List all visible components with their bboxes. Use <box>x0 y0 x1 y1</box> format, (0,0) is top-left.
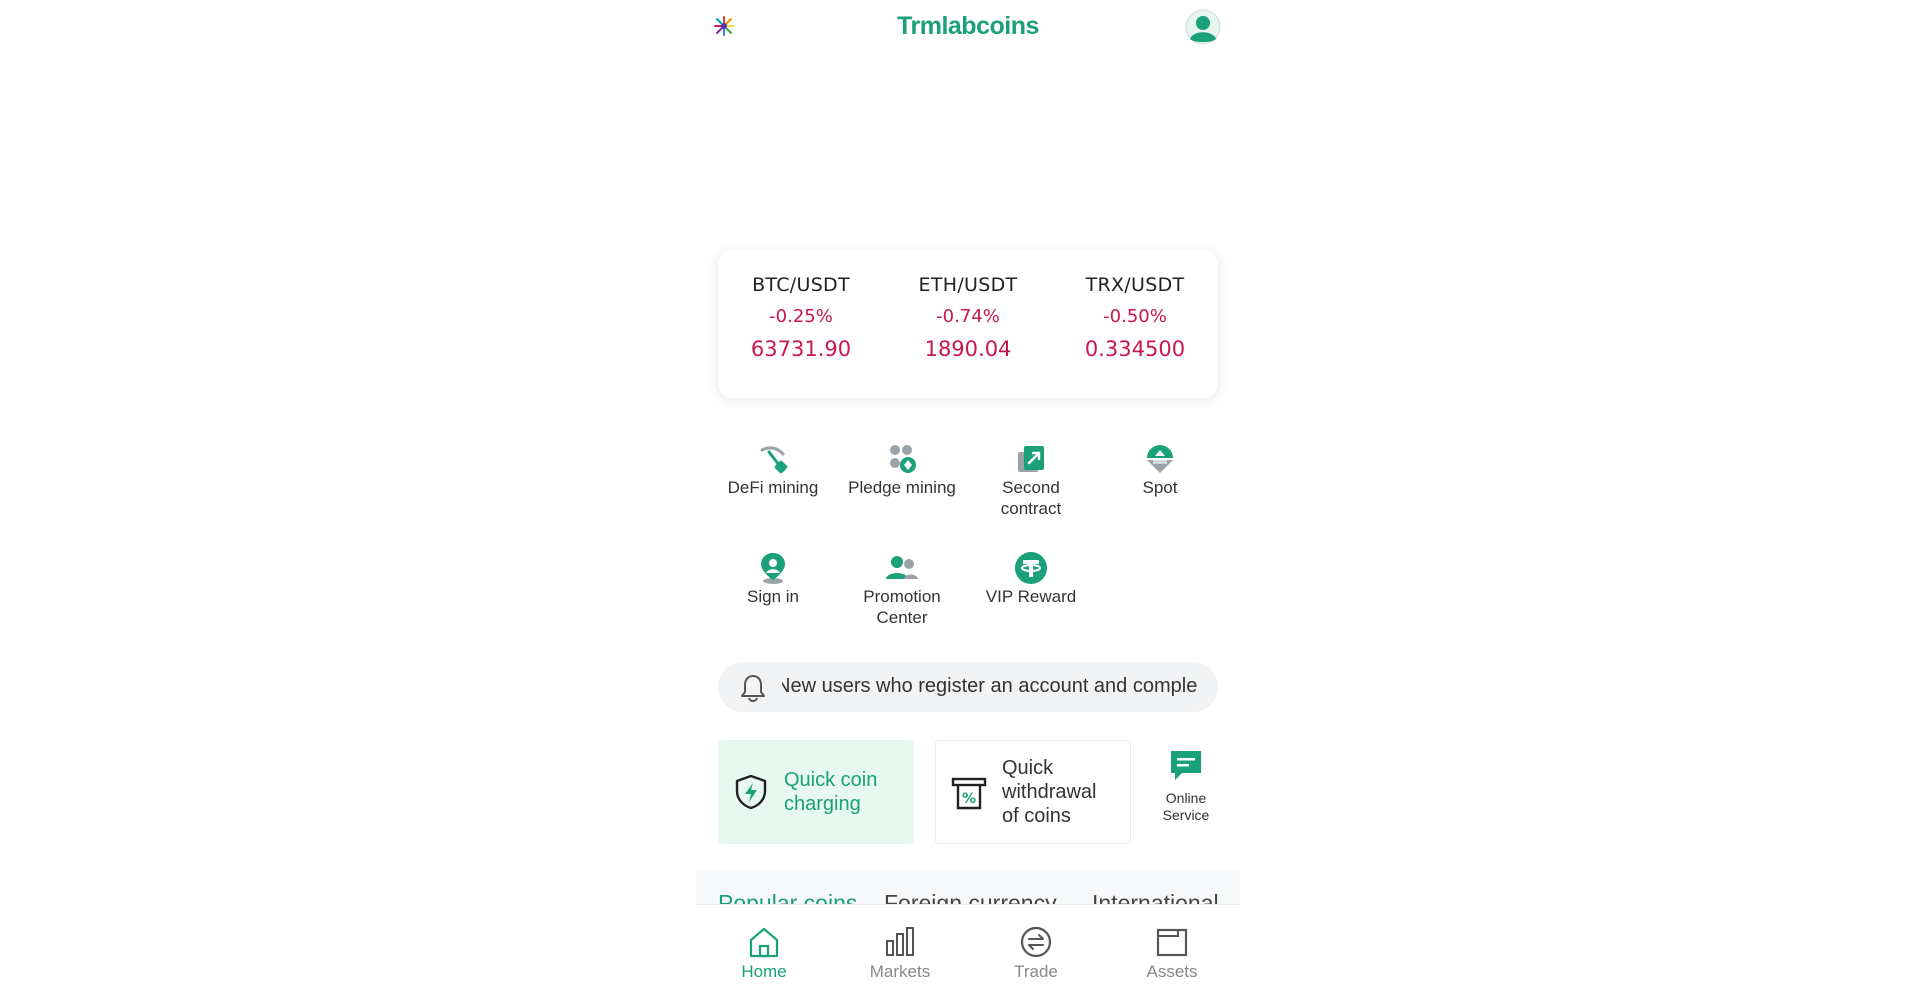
coins-icon <box>890 445 916 473</box>
top-header: Trmlabcoins <box>696 0 1240 54</box>
brand-title: Trmlabcoins <box>897 12 1039 40</box>
shield-bolt-icon <box>735 774 767 810</box>
feature-label: Spot <box>1142 478 1178 497</box>
notice-text: New users who register an account and co… <box>782 675 1198 697</box>
online-service-button[interactable]: Online Service <box>1146 748 1226 824</box>
contract-icon <box>1018 446 1044 472</box>
nav-label: Markets <box>869 962 931 981</box>
tether-icon <box>1015 552 1047 584</box>
ticker-price: 63731.90 <box>750 337 852 361</box>
ticker-pair: TRX/USDT <box>1085 274 1185 296</box>
ticker-eth[interactable]: ETH/USDT -0.74% 1890.04 <box>885 274 1051 361</box>
nav-home[interactable]: Home <box>696 925 832 982</box>
location-pin-icon <box>761 553 785 584</box>
user-avatar-icon[interactable] <box>1185 9 1221 45</box>
feature-label: Second contract <box>1000 478 1062 518</box>
nav-markets[interactable]: Markets <box>832 925 968 982</box>
ticker-change: -0.25% <box>769 306 833 327</box>
feature-pledge-mining[interactable]: Pledge mining <box>847 442 957 498</box>
feature-label: Promotion Center <box>863 587 941 627</box>
ticker-trx[interactable]: TRX/USDT -0.50% 0.334500 <box>1052 274 1218 361</box>
nav-trade[interactable]: Trade <box>968 925 1104 982</box>
nav-label: Home <box>741 962 787 981</box>
bell-icon <box>741 675 765 702</box>
ticker-price: 0.334500 <box>1084 337 1186 361</box>
atm-percent-icon: % <box>951 777 987 810</box>
bottom-nav: Home Markets Trade Assets <box>696 904 1240 993</box>
quick-charge-label: Quick coin charging <box>784 769 878 815</box>
tab-popular-coins[interactable]: Popular coins <box>718 890 857 904</box>
feature-sign-in[interactable]: Sign in <box>718 551 828 607</box>
feature-label: Sign in <box>747 587 799 606</box>
notice-bar[interactable]: New users who register an account and co… <box>718 662 1218 712</box>
ticker-btc[interactable]: BTC/USDT -0.25% 63731.90 <box>718 274 884 361</box>
svg-text:%: % <box>962 791 976 807</box>
ticker-change: -0.74% <box>936 306 1000 327</box>
feature-defi-mining[interactable]: DeFi mining <box>718 442 828 498</box>
chat-icon <box>1171 751 1201 780</box>
quick-coin-charging-button[interactable]: Quick coin charging <box>718 740 914 844</box>
app-container: Trmlabcoins BTC/USDT -0.25% 63731.90 ETH… <box>696 0 1240 993</box>
ticker-pair: BTC/USDT <box>752 274 850 296</box>
feature-label: DeFi mining <box>727 478 819 497</box>
pickaxe-icon <box>760 446 788 474</box>
online-service-label: Online Service <box>1162 790 1210 823</box>
feature-label: Pledge mining <box>848 478 956 497</box>
quick-withdraw-label: Quick withdrawal of coins <box>1002 757 1097 827</box>
market-tabs: Popular coins Foreign currency Internati… <box>696 870 1240 904</box>
wallet-icon <box>1156 928 1188 957</box>
feature-spot[interactable]: Spot <box>1105 442 1215 498</box>
nav-label: Assets <box>1146 962 1198 981</box>
home-icon <box>749 927 779 958</box>
feature-vip-reward[interactable]: VIP Reward <box>976 551 1086 607</box>
feature-second-contract[interactable]: Second contract <box>976 442 1086 519</box>
nav-label: Trade <box>1014 962 1058 981</box>
notice-marquee: New users who register an account and co… <box>782 662 1202 712</box>
feature-promotion-center[interactable]: Promotion Center <box>847 551 957 628</box>
feature-label: VIP Reward <box>985 587 1077 606</box>
users-icon <box>886 556 918 579</box>
ticker-price: 1890.04 <box>924 337 1012 361</box>
bar-chart-icon <box>886 927 914 956</box>
quick-withdrawal-button[interactable]: % Quick withdrawal of coins <box>935 740 1131 844</box>
exchange-icon <box>1020 926 1052 958</box>
market-ticker-card: BTC/USDT -0.25% 63731.90 ETH/USDT -0.74%… <box>718 250 1218 398</box>
nav-assets[interactable]: Assets <box>1104 925 1240 982</box>
ticker-change: -0.50% <box>1103 306 1167 327</box>
tab-foreign-currency[interactable]: Foreign currency <box>884 890 1057 904</box>
tab-international[interactable]: International <box>1092 890 1219 904</box>
ticker-pair: ETH/USDT <box>918 274 1018 296</box>
spot-icon <box>1147 445 1173 473</box>
